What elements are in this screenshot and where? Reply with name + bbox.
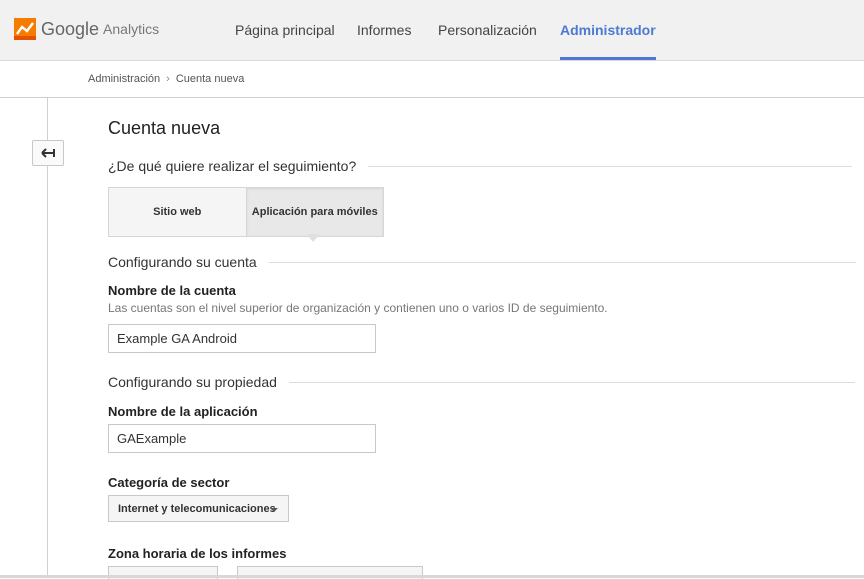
section-divider <box>288 381 855 383</box>
option-sitio-web-button[interactable]: Sitio web <box>109 188 246 236</box>
account-name-label: Nombre de la cuenta <box>108 283 236 298</box>
tracking-question: ¿De qué quiere realizar el seguimiento? <box>108 158 357 174</box>
property-section-title: Configurando su propiedad <box>108 374 277 390</box>
logo-google-text: Google <box>41 18 100 39</box>
industry-category-select[interactable]: Internet y telecomunicaciones <box>108 495 289 522</box>
industry-category-value: Internet y telecomunicaciones <box>118 502 276 515</box>
industry-category-label: Categoría de sector <box>108 475 230 490</box>
account-section-title: Configurando su cuenta <box>108 254 257 270</box>
tracking-type-segmented-control: Sitio web Aplicación para móviles <box>108 187 384 237</box>
back-arrow-icon <box>41 148 55 158</box>
nav-pagina-principal[interactable]: Página principal <box>235 0 335 60</box>
app-name-label: Nombre de la aplicación <box>108 404 258 419</box>
account-section-heading: Configurando su cuenta <box>108 254 856 270</box>
selected-pointer-arrow <box>306 234 320 242</box>
left-rail-line <box>47 98 48 578</box>
property-section-heading: Configurando su propiedad <box>108 374 855 390</box>
section-divider <box>268 261 856 263</box>
section-divider <box>368 165 853 167</box>
back-button[interactable] <box>32 140 64 166</box>
page-title: Cuenta nueva <box>108 118 221 138</box>
nav-administrador[interactable]: Administrador <box>560 0 656 60</box>
account-name-input[interactable] <box>108 324 376 353</box>
timezone-label: Zona horaria de los informes <box>108 546 287 561</box>
google-analytics-logo[interactable]: Google Analytics <box>14 16 159 42</box>
tracking-question-heading: ¿De qué quiere realizar el seguimiento? <box>108 158 853 174</box>
option-aplicacion-movil-button[interactable]: Aplicación para móviles <box>245 188 383 236</box>
breadcrumb-current: Cuenta nueva <box>175 73 245 85</box>
breadcrumb-bar: Administración › Cuenta nueva <box>0 61 864 98</box>
breadcrumb: Administración › Cuenta nueva <box>88 73 244 85</box>
caret-down-icon <box>270 508 278 512</box>
analytics-logo-icon <box>14 18 36 40</box>
nav-personalizacion[interactable]: Personalización <box>438 0 537 60</box>
logo-analytics-text: Analytics <box>103 21 160 37</box>
app-name-input[interactable] <box>108 424 376 453</box>
breadcrumb-root-link[interactable]: Administración <box>88 73 160 85</box>
breadcrumb-separator: › <box>166 73 170 85</box>
nav-informes[interactable]: Informes <box>357 0 411 60</box>
account-name-help: Las cuentas son el nivel superior de org… <box>108 301 608 315</box>
top-header: Google Analytics Página principal Inform… <box>0 0 864 61</box>
